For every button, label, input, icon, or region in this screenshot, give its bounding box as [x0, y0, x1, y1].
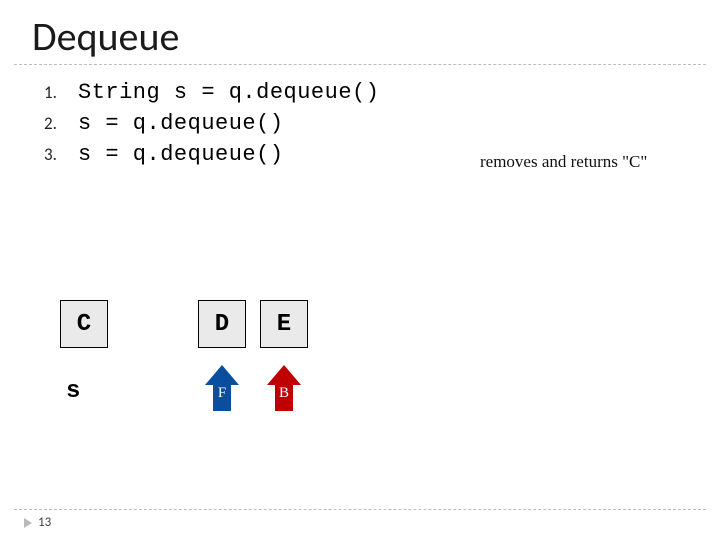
list-item: 1. String s = q.dequeue() [44, 80, 379, 105]
front-arrow-icon: F [205, 365, 239, 411]
page-number-marker: 13 [24, 515, 51, 530]
list-item: 3. s = q.dequeue() [44, 142, 379, 167]
queue-cell-d: D [198, 300, 246, 348]
annotation-text: removes and returns "C" [480, 152, 647, 172]
slide: Dequeue 1. String s = q.dequeue() 2. s =… [0, 0, 720, 540]
list-item: 2. s = q.dequeue() [44, 111, 379, 136]
front-arrow-label: F [205, 385, 239, 402]
back-arrow-label: B [267, 385, 301, 402]
page-number: 13 [38, 515, 51, 530]
page-triangle-icon [24, 518, 32, 528]
queue-cell-c: C [60, 300, 108, 348]
code-line: String s = q.dequeue() [78, 80, 379, 105]
code-line: s = q.dequeue() [78, 111, 284, 136]
step-number: 3. [44, 144, 78, 165]
queue-cell-e: E [260, 300, 308, 348]
back-arrow-icon: B [267, 365, 301, 411]
title-divider [14, 64, 706, 65]
step-number: 2. [44, 113, 78, 134]
variable-label-s: s [66, 378, 80, 405]
code-list: 1. String s = q.dequeue() 2. s = q.deque… [44, 80, 379, 173]
footer-divider [14, 509, 706, 510]
step-number: 1. [44, 82, 78, 103]
page-title: Dequeue [32, 12, 179, 61]
code-line: s = q.dequeue() [78, 142, 284, 167]
